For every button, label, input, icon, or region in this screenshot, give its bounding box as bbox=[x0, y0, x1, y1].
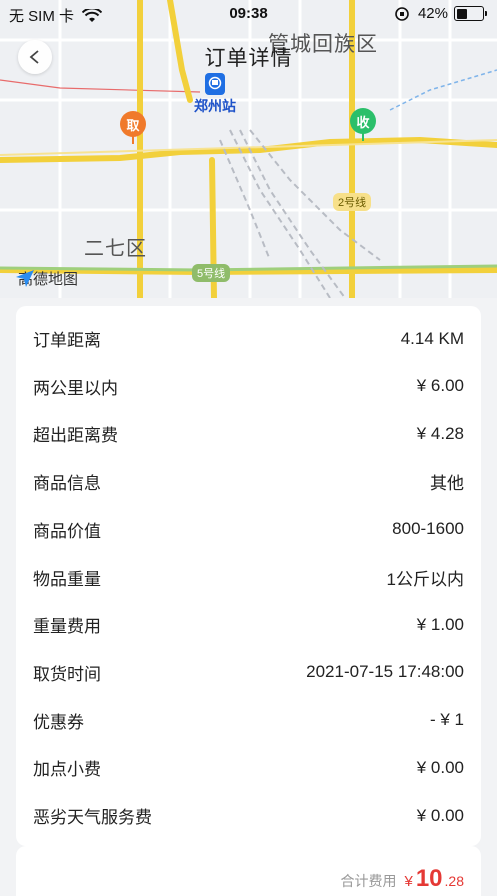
total-currency: ¥ bbox=[404, 873, 413, 890]
detail-row-label: 超出距离费 bbox=[33, 426, 118, 446]
detail-row-value: 4.14 KM bbox=[400, 328, 464, 348]
detail-row-label: 取货时间 bbox=[33, 664, 101, 684]
pickup-marker-label: 取 bbox=[126, 117, 140, 133]
status-bar: 无 SIM 卡 09:38 42% bbox=[0, 0, 497, 30]
battery-level-fill bbox=[456, 8, 467, 19]
detail-row: 超出距离费 ¥ 4.28 bbox=[16, 410, 481, 457]
detail-row-value: - ¥ 1 bbox=[429, 710, 464, 730]
detail-row: 订单距离 4.14 KM bbox=[16, 315, 481, 362]
dropoff-marker-label: 收 bbox=[356, 114, 370, 130]
page-title: 订单详情 bbox=[204, 47, 293, 70]
detail-row: 恶劣天气服务费 ¥ 0.00 bbox=[16, 792, 481, 839]
metro-line-5-tag: 5号线 bbox=[192, 264, 231, 282]
dropoff-marker[interactable]: 收 bbox=[350, 108, 376, 141]
detail-row: 商品价值 800-1600 bbox=[16, 506, 481, 553]
detail-row: 加点小费 ¥ 0.00 bbox=[16, 744, 481, 791]
detail-row: 商品信息 其他 bbox=[16, 458, 481, 505]
detail-row-value: ¥ 1.00 bbox=[416, 614, 464, 634]
orientation-lock-icon bbox=[395, 6, 409, 21]
total-decimal: .28 bbox=[444, 873, 464, 889]
total-label: 合计费用 bbox=[340, 873, 397, 889]
battery-tip bbox=[485, 11, 487, 16]
detail-row-label: 恶劣天气服务费 bbox=[33, 808, 152, 827]
district-label-erqi: 二七区 bbox=[84, 238, 147, 260]
total-bar: 合计费用 ¥ 10 .28 bbox=[16, 846, 481, 896]
detail-row-label: 订单距离 bbox=[33, 331, 101, 350]
detail-row-label: 物品重量 bbox=[33, 569, 101, 589]
detail-row-label: 加点小费 bbox=[33, 760, 101, 780]
detail-row-label: 商品信息 bbox=[33, 474, 101, 494]
detail-row: 重量费用 ¥ 1.00 bbox=[16, 601, 481, 648]
detail-row-value: ¥ 0.00 bbox=[416, 805, 464, 825]
detail-row-label: 重量费用 bbox=[33, 617, 101, 637]
battery-percent: 42% bbox=[417, 5, 448, 22]
amap-logo: 高德地图 bbox=[14, 268, 78, 289]
detail-row-label: 商品价值 bbox=[33, 521, 101, 541]
detail-row: 优惠券 - ¥ 1 bbox=[16, 697, 481, 744]
battery-icon bbox=[454, 6, 484, 21]
detail-row: 取货时间 2021-07-15 17:48:00 bbox=[16, 649, 481, 696]
station-marker: 郑州站 bbox=[194, 73, 236, 116]
detail-row-value: ¥ 0.00 bbox=[416, 757, 464, 777]
order-detail-card: 订单距离 4.14 KM 两公里以内 ¥ 6.00 超出距离费 ¥ 4.28 商品信息 其他商… bbox=[16, 306, 481, 846]
detail-row-value: 800-1600 bbox=[392, 519, 464, 539]
train-station-icon bbox=[205, 73, 225, 95]
detail-row-value: ¥ 6.00 bbox=[416, 376, 464, 396]
total-integer: 10 bbox=[415, 865, 443, 892]
detail-row-label: 优惠券 bbox=[33, 712, 84, 732]
detail-row-label: 两公里以内 bbox=[33, 378, 118, 398]
pickup-marker[interactable]: 取 bbox=[120, 111, 146, 144]
amap-arrow-icon bbox=[16, 270, 34, 287]
total-amount: 合计费用 ¥ 10 .28 bbox=[340, 865, 464, 893]
detail-row-value: 1公斤以内 bbox=[386, 569, 464, 589]
detail-row-value: ¥ 4.28 bbox=[416, 423, 464, 443]
detail-row-value: 其他 bbox=[430, 474, 464, 494]
detail-row-value: 2021-07-15 17:48:00 bbox=[306, 662, 464, 682]
station-label: 郑州站 bbox=[194, 98, 236, 114]
detail-row: 物品重量 1公斤以内 bbox=[16, 554, 481, 601]
metro-line-2-tag: 2号线 bbox=[333, 193, 372, 211]
detail-row: 两公里以内 ¥ 6.00 bbox=[16, 363, 481, 410]
